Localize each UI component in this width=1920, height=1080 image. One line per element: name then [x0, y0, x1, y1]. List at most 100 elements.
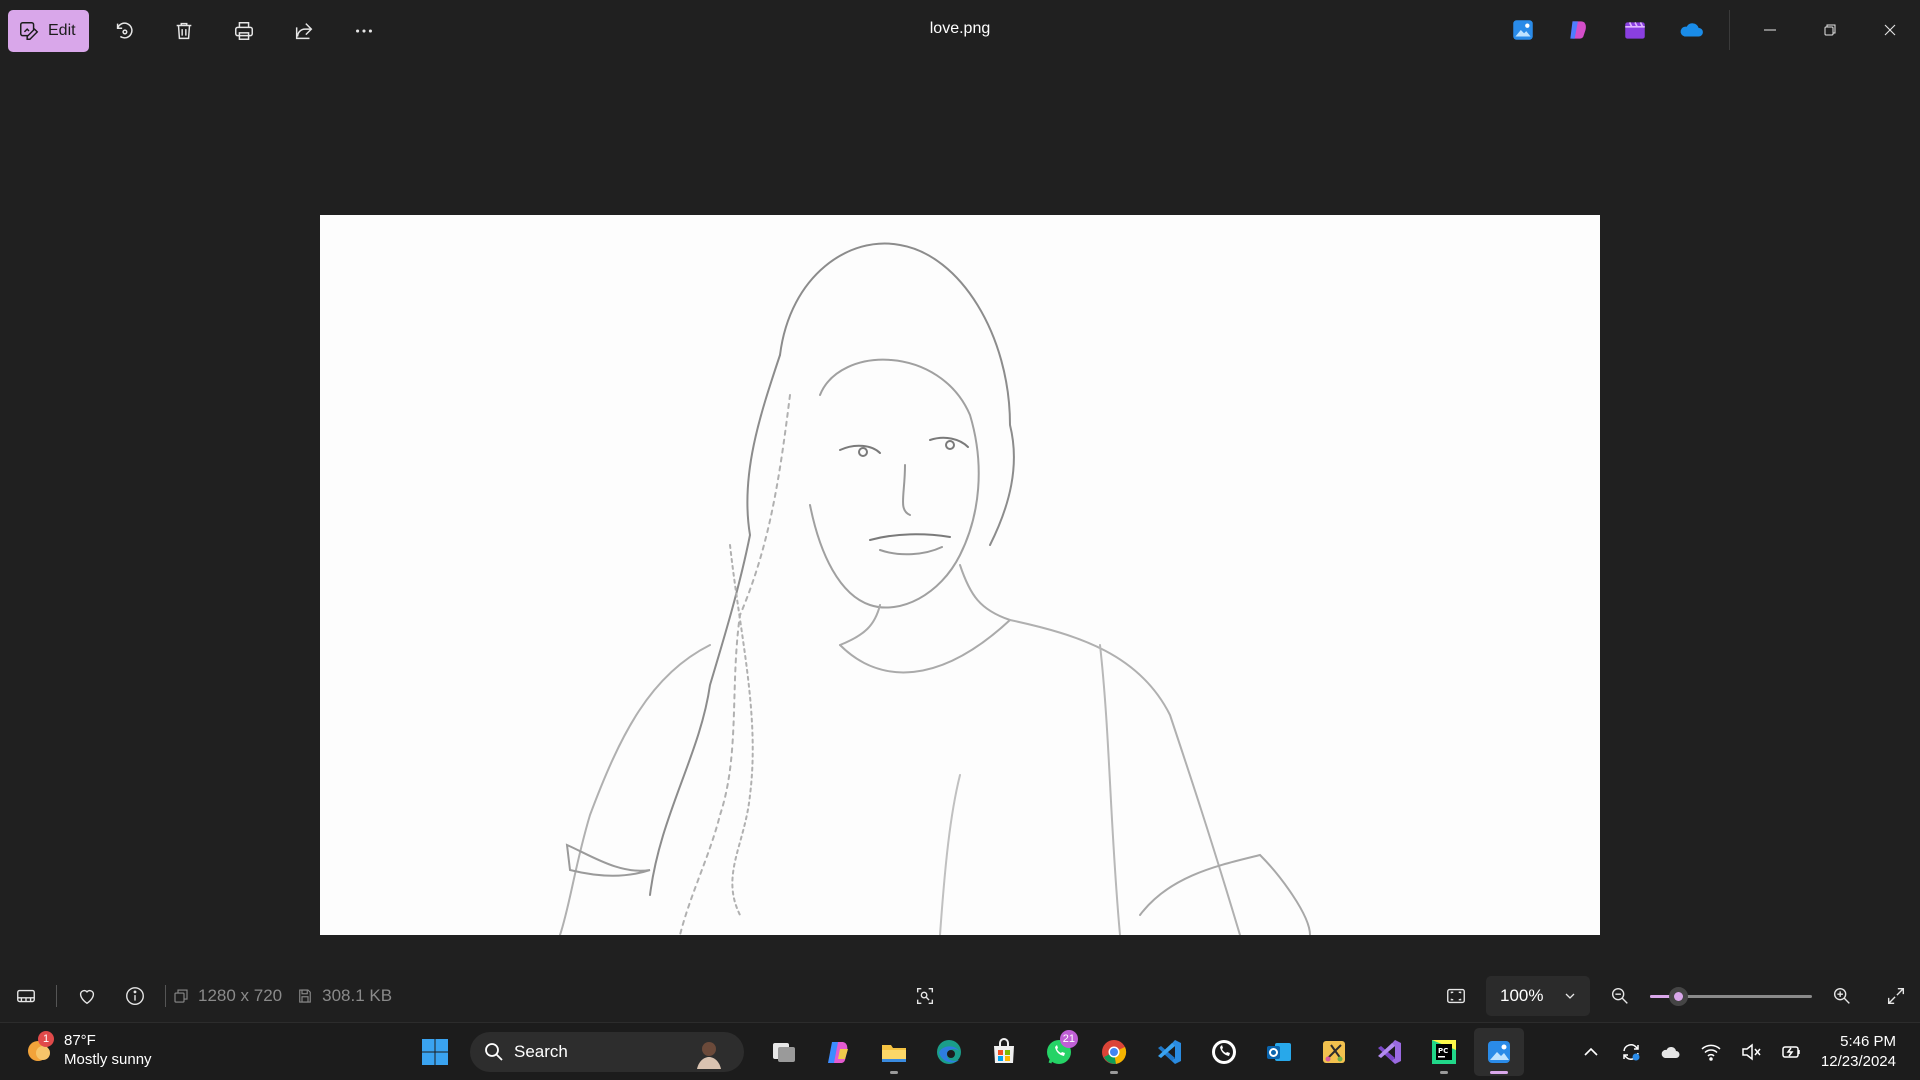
search-box[interactable]: Search [470, 1032, 744, 1072]
weather-temperature: 87°F [64, 1032, 96, 1049]
edge-icon [937, 1040, 961, 1064]
file-size-text: 308.1 KB [322, 986, 393, 1005]
taskbar-visual-studio[interactable] [1364, 1028, 1414, 1076]
image-viewer-canvas[interactable] [0, 60, 1920, 970]
taskbar-microsoft-store[interactable] [979, 1028, 1029, 1076]
weather-icon: 1 [24, 1031, 54, 1065]
copilot-icon [828, 1042, 848, 1063]
volume-button[interactable] [1731, 1032, 1771, 1072]
visual-search-button[interactable] [901, 976, 949, 1016]
running-indicator [890, 1071, 898, 1074]
taskbar-outlook[interactable] [1254, 1028, 1304, 1076]
taskbar-file-explorer[interactable] [869, 1028, 919, 1076]
windows-icon [422, 1039, 448, 1065]
file-info-button[interactable] [111, 976, 159, 1016]
volume-muted-icon [1742, 1043, 1761, 1061]
visual-search-icon [916, 987, 934, 1005]
vscode-icon [1158, 1040, 1181, 1064]
weather-widget[interactable]: 1 87°F Mostly sunny [24, 1031, 152, 1069]
taskbar-edge[interactable] [924, 1028, 974, 1076]
share-button[interactable] [279, 10, 329, 52]
svg-text:PC: PC [1438, 1047, 1448, 1055]
weather-badge: 1 [38, 1031, 54, 1047]
restore-button[interactable] [1800, 0, 1860, 60]
heart-icon [79, 989, 95, 1005]
sync-icon [1623, 1044, 1640, 1061]
battery-button[interactable] [1771, 1032, 1811, 1072]
active-indicator [1490, 1071, 1508, 1074]
print-button[interactable] [219, 10, 269, 52]
favorite-button[interactable] [63, 976, 111, 1016]
zoom-dropdown[interactable]: 100% [1486, 976, 1590, 1016]
info-icon [126, 987, 144, 1005]
title-bar-right [1495, 0, 1920, 60]
taskbar-snipping-tool[interactable] [1309, 1028, 1359, 1076]
share-icon [295, 23, 313, 40]
sketch-portrait [559, 242, 1311, 935]
whatsapp-icon [1212, 1040, 1236, 1064]
battery-charging-icon [1782, 1046, 1800, 1058]
more-options-button[interactable] [339, 10, 389, 52]
clipchamp-app-button[interactable] [1607, 9, 1663, 51]
print-icon [235, 22, 253, 40]
wifi-button[interactable] [1691, 1032, 1731, 1072]
cloud-icon [1661, 1046, 1680, 1058]
sync-tray-button[interactable] [1611, 1032, 1651, 1072]
file-size: 308.1 KB [296, 986, 392, 1006]
clock[interactable]: 5:46 PM 12/23/2024 [1811, 1032, 1920, 1072]
zoom-slider-thumb[interactable] [1668, 987, 1688, 1006]
taskbar: 1 87°F Mostly sunny Search 21 PC 5:46 PM… [0, 1022, 1920, 1080]
photos-icon [1488, 1041, 1510, 1063]
filmstrip-button[interactable] [2, 976, 50, 1016]
more-icon [356, 29, 372, 33]
close-button[interactable] [1860, 0, 1920, 60]
status-bar: 1280 x 720 308.1 KB 100% [0, 970, 1920, 1022]
show-hidden-icons-button[interactable] [1571, 1032, 1611, 1072]
store-icon [994, 1038, 1014, 1063]
rotate-icon [116, 22, 133, 39]
taskbar-task-view[interactable] [759, 1028, 809, 1076]
search-icon [485, 1043, 503, 1061]
minimize-button[interactable] [1740, 0, 1800, 60]
zoom-out-button[interactable] [1596, 976, 1644, 1016]
status-divider [165, 985, 166, 1007]
taskbar-whatsapp[interactable] [1199, 1028, 1249, 1076]
photos-app-button[interactable] [1495, 9, 1551, 51]
running-indicator [1440, 1071, 1448, 1074]
edit-button[interactable]: Edit [8, 10, 89, 52]
chevron-down-icon [1565, 993, 1575, 999]
clock-date: 12/23/2024 [1820, 1053, 1896, 1070]
rotate-button[interactable] [99, 10, 149, 52]
delete-button[interactable] [159, 10, 209, 52]
full-screen-button[interactable] [1872, 976, 1920, 1016]
onedrive-app-button[interactable] [1663, 9, 1719, 51]
notification-count: 21 [1059, 1030, 1078, 1048]
zoom-value: 100% [1500, 986, 1544, 1005]
copilot-app-button[interactable] [1551, 9, 1607, 51]
chrome-icon [1102, 1040, 1127, 1065]
system-tray: 5:46 PM 12/23/2024 [1571, 1023, 1920, 1080]
toolbar: Edit [8, 10, 389, 52]
zoom-in-button[interactable] [1818, 976, 1866, 1016]
taskbar-chrome[interactable] [1089, 1028, 1139, 1076]
displayed-image[interactable] [320, 215, 1600, 935]
taskbar-vscode[interactable] [1144, 1028, 1194, 1076]
snipping-icon [1323, 1041, 1345, 1063]
zoom-out-icon [1611, 987, 1628, 1004]
taskbar-copilot[interactable] [814, 1028, 864, 1076]
title-bar-divider [1729, 10, 1730, 50]
zoom-slider[interactable] [1650, 981, 1812, 1011]
photos-icon [1513, 20, 1533, 40]
start-button[interactable] [410, 1028, 460, 1076]
fit-to-window-button[interactable] [1432, 976, 1480, 1016]
edit-icon [20, 22, 39, 40]
close-icon [1884, 24, 1896, 36]
zoom-controls: 100% [1432, 976, 1920, 1016]
outlook-icon [1267, 1043, 1291, 1061]
taskbar-whatsapp-business[interactable]: 21 [1034, 1028, 1084, 1076]
task-view-icon [773, 1043, 795, 1062]
onedrive-tray-button[interactable] [1651, 1032, 1691, 1072]
taskbar-pycharm[interactable]: PC [1419, 1028, 1469, 1076]
taskbar-photos[interactable] [1474, 1028, 1524, 1076]
edit-label: Edit [48, 22, 76, 39]
